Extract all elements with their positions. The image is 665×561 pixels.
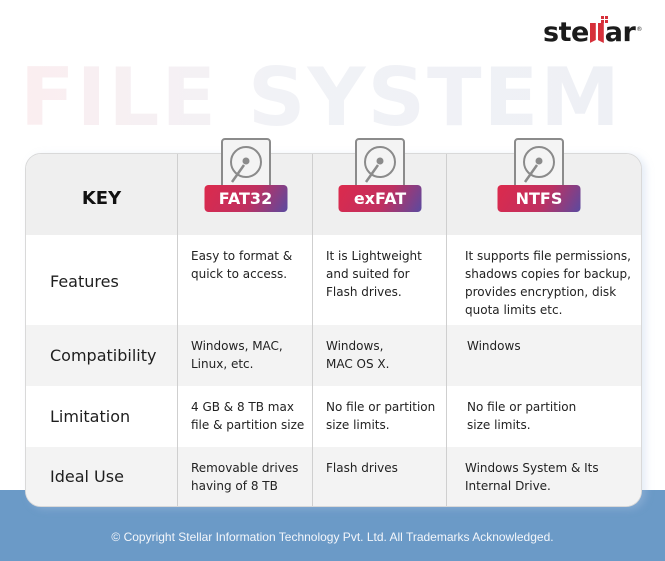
fat32-badge: FAT32: [204, 185, 287, 212]
table-row: Ideal Use Removable drives having of 8 T…: [26, 447, 641, 506]
exfat-badge: exFAT: [338, 185, 422, 212]
fat32-badge-group: FAT32: [178, 138, 313, 218]
logo-bars-icon: [589, 16, 608, 43]
registered-mark: ®: [636, 26, 642, 33]
table-cell: Windows System & Its Internal Drive.: [465, 461, 599, 493]
row-label: Compatibility: [50, 346, 157, 365]
table-row: Limitation 4 GB & 8 TB max file & partit…: [26, 386, 641, 447]
table-cell: Easy to format & quick to access.: [191, 249, 293, 281]
key-header-cell: KEY: [26, 154, 178, 235]
table-cell: Windows, MAC, Linux, etc.: [191, 339, 283, 371]
logo-text-right: ar: [604, 17, 636, 48]
table-cell: Windows, MAC OS X.: [326, 339, 390, 371]
watermark-title: FILE SYSTEM: [20, 58, 650, 138]
key-header: KEY: [81, 188, 122, 209]
ntfs-badge-group: NTFS: [447, 138, 631, 218]
table-cell: 4 GB & 8 TB max file & partition size: [191, 400, 305, 432]
table-cell: It supports file permissions, shadows co…: [465, 249, 631, 317]
table-cell: Flash drives: [326, 461, 398, 475]
table-cell: No file or partition size limits.: [467, 400, 577, 432]
ntfs-badge: NTFS: [497, 185, 581, 212]
table-cell: Removable drives having of 8 TB: [191, 461, 299, 493]
table-row: Features Easy to format & quick to acces…: [26, 235, 641, 325]
logo-text-left: ste: [543, 17, 589, 48]
table-cell: It is Lightweight and suited for Flash d…: [326, 249, 422, 299]
copyright-text: © Copyright Stellar Information Technolo…: [111, 530, 554, 544]
exfat-badge-group: exFAT: [313, 138, 447, 218]
table-row: Compatibility Windows, MAC, Linux, etc. …: [26, 325, 641, 386]
table-cell: No file or partition size limits.: [326, 400, 436, 432]
row-label: Limitation: [50, 407, 131, 426]
row-label: Ideal Use: [50, 467, 124, 486]
stellar-logo: ste ar ®: [543, 14, 642, 48]
row-label: Features: [50, 272, 119, 291]
table-cell: Windows: [467, 339, 521, 353]
